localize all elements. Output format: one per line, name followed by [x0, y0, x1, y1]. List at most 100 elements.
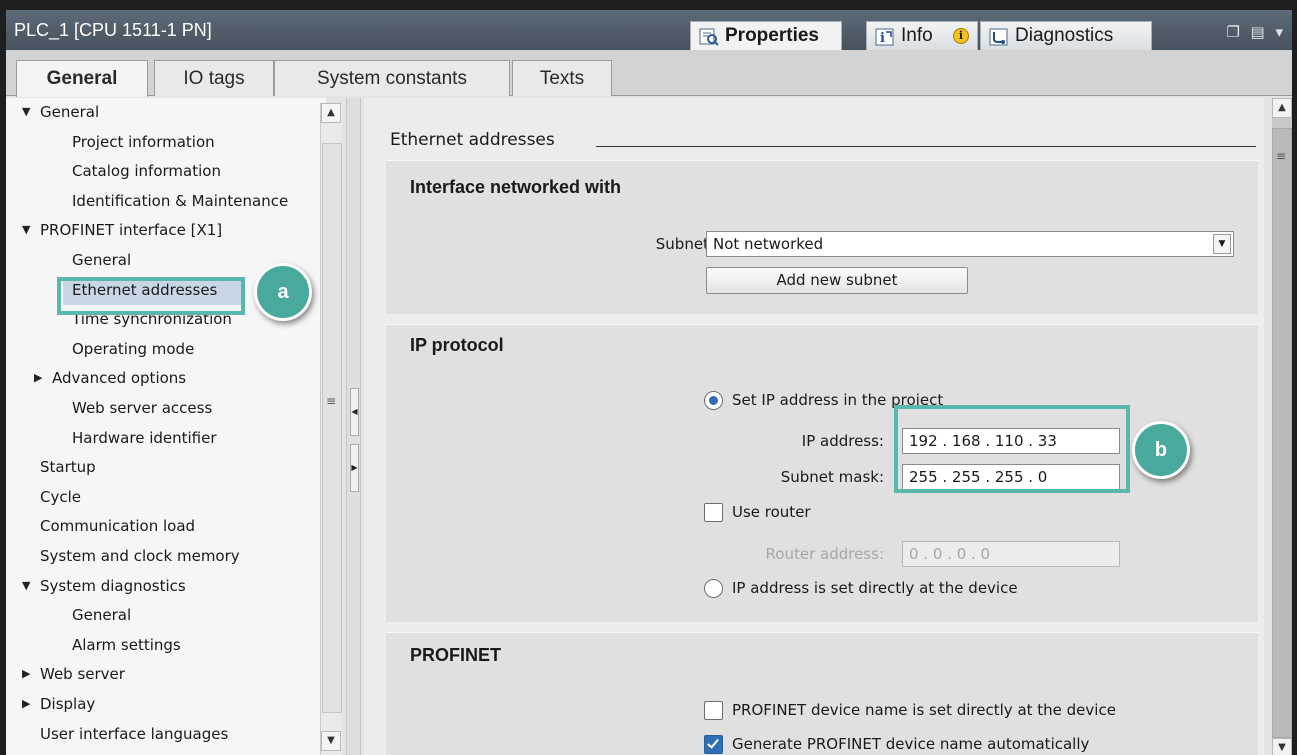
- collapse-arrow-icon[interactable]: ▶: [34, 366, 42, 390]
- tree-item[interactable]: Operating mode: [72, 337, 194, 361]
- tab-info[interactable]: i Info i: [866, 21, 978, 51]
- subtab-general[interactable]: General: [16, 60, 148, 97]
- tree-item[interactable]: ▼ General: [22, 100, 99, 124]
- tree-item[interactable]: System and clock memory: [40, 544, 240, 568]
- expand-arrow-icon[interactable]: ▼: [22, 574, 30, 598]
- tree-item[interactable]: ▶ Display: [22, 692, 96, 716]
- subnet-mask-label: Subnet mask:: [780, 468, 884, 486]
- pane-splitter[interactable]: ◀ ▶: [346, 98, 361, 755]
- content-scrollbar[interactable]: ▲ ≡ ▼: [1272, 98, 1292, 755]
- tree-item-label: System diagnostics: [40, 576, 186, 595]
- scroll-down-button[interactable]: ▼: [321, 731, 341, 751]
- tree-item-label: Web server access: [72, 399, 213, 417]
- scroll-up-button[interactable]: ▲: [321, 103, 341, 123]
- tree-item-label: Alarm settings: [72, 635, 181, 654]
- content-scroll-down-button[interactable]: ▼: [1272, 738, 1292, 755]
- grip-icon: ≡: [326, 394, 337, 408]
- scrollbar-thumb[interactable]: ≡: [322, 143, 342, 713]
- tree-item[interactable]: Startup: [40, 455, 96, 479]
- tree-item-label: Display: [40, 695, 96, 713]
- annotation-highlight-a: [57, 277, 245, 315]
- collapse-arrow-icon[interactable]: ▶: [22, 662, 30, 686]
- window-controls[interactable]: ❐ ▤ ▾: [1226, 23, 1286, 41]
- tree-item-label: Cycle: [40, 487, 81, 506]
- tree-item[interactable]: ▼ System diagnostics: [22, 574, 186, 598]
- tree-item-label: Catalog information: [72, 162, 221, 181]
- profinet-title: PROFINET: [410, 645, 502, 665]
- annotation-badge-a: a: [254, 263, 312, 321]
- profinet-section: PROFINET PROFINET device name is set dir…: [386, 632, 1258, 755]
- diagnostics-icon: [989, 27, 1009, 46]
- content-scroll-up-button[interactable]: ▲: [1272, 98, 1292, 118]
- subtab-texts[interactable]: Texts: [512, 60, 612, 96]
- set-ip-at-device-radio[interactable]: [704, 579, 723, 598]
- annotation-highlight-b: [894, 405, 1130, 493]
- collapse-arrow-icon[interactable]: ▶: [22, 692, 30, 716]
- tree-item-label: Advanced options: [52, 369, 187, 388]
- tree-item[interactable]: ▶ Web server: [22, 662, 125, 686]
- title-bar: PLC_1 [CPU 1511-1 PN] Properties i Info …: [6, 10, 1292, 51]
- tab-properties-label: Properties: [725, 25, 819, 46]
- router-address-field[interactable]: 0 . 0 . 0 . 0: [902, 541, 1120, 567]
- tree-scrollbar[interactable]: ▲ ≡ ▼: [320, 103, 342, 755]
- tree-item-label: Operating mode: [72, 339, 195, 358]
- tab-properties[interactable]: Properties: [690, 21, 842, 51]
- tree-item[interactable]: Web server access: [72, 396, 212, 420]
- interface-section: Interface networked with Subnet: Not net…: [386, 160, 1258, 314]
- subtab-io-tags[interactable]: IO tags: [154, 60, 274, 96]
- tree-item-label: Startup: [40, 458, 96, 477]
- properties-window: PLC_1 [CPU 1511-1 PN] Properties i Info …: [6, 10, 1292, 755]
- tree-item[interactable]: User interface languages: [40, 722, 228, 746]
- tree-item-label: Hardware identifier: [72, 428, 217, 447]
- chevron-down-icon[interactable]: ▼: [1213, 234, 1231, 254]
- tree-item-label: User interface languages: [40, 724, 229, 743]
- heading-rule: [596, 146, 1256, 147]
- subtab-system-constants[interactable]: System constants: [274, 60, 510, 96]
- tree-item[interactable]: General: [72, 248, 131, 272]
- grip-icon: ≡: [1276, 149, 1287, 163]
- tree-item[interactable]: Identification & Maintenance: [72, 189, 288, 213]
- generate-name-label: Generate PROFINET device name automatica…: [732, 735, 1090, 753]
- svg-text:i: i: [880, 31, 885, 46]
- tab-diagnostics-label: Diagnostics: [1015, 25, 1114, 46]
- tree-item[interactable]: Project information: [72, 130, 215, 154]
- use-router-checkbox[interactable]: [704, 503, 723, 522]
- tree-item-label: General: [72, 251, 132, 269]
- tab-info-label: Info: [901, 25, 933, 46]
- collapse-left-button[interactable]: ◀: [350, 388, 359, 436]
- name-at-device-checkbox[interactable]: [704, 701, 723, 720]
- subnet-select[interactable]: Not networked ▼: [706, 231, 1234, 257]
- tree-item-label: Web server: [40, 665, 125, 684]
- subtab-bar: General IO tags System constants Texts: [6, 50, 1292, 97]
- tree-item-label: Project information: [72, 132, 215, 151]
- tree-item-label: System and clock memory: [40, 547, 240, 565]
- expand-right-button[interactable]: ▶: [350, 444, 359, 492]
- section-heading-ethernet: Ethernet addresses: [390, 130, 555, 150]
- tree-item[interactable]: ▼ PROFINET interface [X1]: [22, 218, 222, 242]
- tree-item[interactable]: Hardware identifier: [72, 426, 217, 450]
- tree-item[interactable]: Communication load: [40, 514, 195, 538]
- ip-protocol-title: IP protocol: [410, 335, 504, 355]
- info-warning-badge: i: [953, 28, 969, 44]
- info-icon: i: [875, 27, 895, 46]
- subnet-value: Not networked: [713, 235, 824, 253]
- add-new-subnet-button[interactable]: Add new subnet: [706, 267, 968, 294]
- tree-item[interactable]: Catalog information: [72, 159, 221, 183]
- tree-item[interactable]: General: [72, 603, 131, 627]
- tree-item[interactable]: Alarm settings: [72, 633, 181, 657]
- tab-diagnostics[interactable]: Diagnostics: [980, 21, 1152, 51]
- content-scrollbar-thumb[interactable]: ≡: [1272, 128, 1292, 738]
- name-at-device-label: PROFINET device name is set directly at …: [732, 701, 1116, 719]
- radio-selected-dot: [709, 396, 718, 405]
- expand-arrow-icon[interactable]: ▼: [22, 218, 30, 242]
- expand-arrow-icon[interactable]: ▼: [22, 100, 30, 124]
- generate-name-checkbox[interactable]: [704, 735, 723, 754]
- navigation-tree: ▼ General Project information Catalog infor…: [6, 98, 342, 755]
- set-ip-in-project-radio[interactable]: [704, 391, 723, 410]
- tree-item[interactable]: ▶ Advanced options: [34, 366, 187, 390]
- annotation-badge-b: b: [1132, 421, 1190, 479]
- tree-item[interactable]: Cycle: [40, 485, 81, 509]
- tree-item-label: General: [72, 606, 132, 625]
- properties-icon: [699, 27, 719, 46]
- use-router-label: Use router: [732, 503, 811, 521]
